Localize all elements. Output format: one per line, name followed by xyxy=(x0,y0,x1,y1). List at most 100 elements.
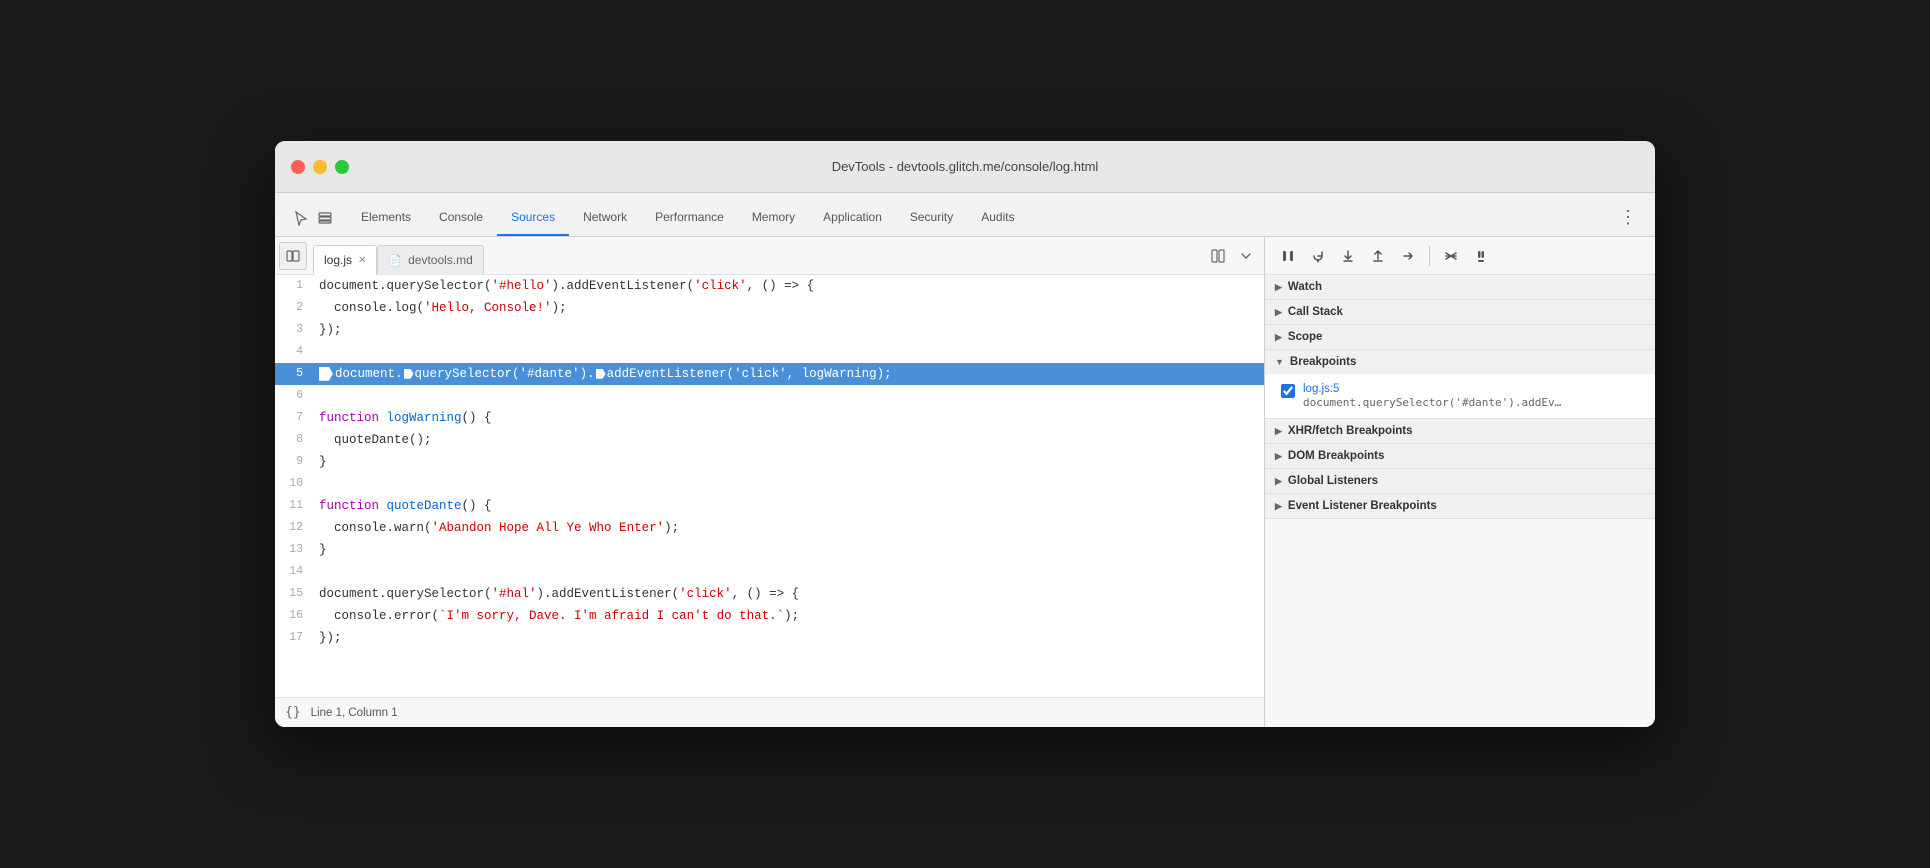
line-number: 12 xyxy=(275,517,313,539)
section-header-scope[interactable]: Scope xyxy=(1265,325,1655,349)
pause-on-exceptions-button[interactable] xyxy=(1468,243,1494,269)
code-token: quoteDante xyxy=(387,499,462,513)
debugger-section-watch: Watch xyxy=(1265,275,1655,300)
chevron-icon xyxy=(1275,282,1282,293)
code-token: } xyxy=(319,455,327,469)
line-number: 10 xyxy=(275,473,313,495)
code-line[interactable]: 13} xyxy=(275,539,1264,561)
line-content xyxy=(313,561,1264,583)
file-tabs: log.js ✕ 📄 devtools.md xyxy=(275,237,1264,275)
section-body-breakpoints: log.js:5document.querySelector('#dante')… xyxy=(1265,374,1655,418)
file-tab-devtools-md[interactable]: 📄 devtools.md xyxy=(377,245,483,275)
code-line[interactable]: 14 xyxy=(275,561,1264,583)
line-number: 15 xyxy=(275,583,313,605)
more-tabs-button[interactable]: ⋮ xyxy=(1609,199,1647,236)
code-token: 'click' xyxy=(679,587,732,601)
tab-elements[interactable]: Elements xyxy=(347,200,425,236)
toolbar-separator xyxy=(1429,246,1430,266)
debugger-section-event-listener-breakpoints: Event Listener Breakpoints xyxy=(1265,494,1655,519)
code-line[interactable]: 4 xyxy=(275,341,1264,363)
code-line[interactable]: 17}); xyxy=(275,627,1264,649)
code-line[interactable]: 3}); xyxy=(275,319,1264,341)
code-token: }); xyxy=(319,631,342,645)
devtools-window: DevTools - devtools.glitch.me/console/lo… xyxy=(275,141,1655,727)
code-token: console.log( xyxy=(319,301,424,315)
format-braces-icon[interactable]: {} xyxy=(285,705,301,720)
file-tab-log-js[interactable]: log.js ✕ xyxy=(313,245,377,275)
file-tab-close-icon[interactable]: ✕ xyxy=(358,255,366,266)
line-number: 13 xyxy=(275,539,313,561)
line-number: 7 xyxy=(275,407,313,429)
chevron-icon xyxy=(1275,357,1284,367)
window-title: DevTools - devtools.glitch.me/console/lo… xyxy=(832,159,1099,174)
line-content: console.error(`I'm sorry, Dave. I'm afra… xyxy=(313,605,1264,627)
step-button[interactable] xyxy=(1395,243,1421,269)
code-token: 'Hello, Console!' xyxy=(424,301,552,315)
code-line[interactable]: 6 xyxy=(275,385,1264,407)
code-token: } xyxy=(319,543,327,557)
layers-icon[interactable] xyxy=(315,208,335,228)
step-over-button[interactable] xyxy=(1305,243,1331,269)
code-line[interactable]: 16 console.error(`I'm sorry, Dave. I'm a… xyxy=(275,605,1264,627)
expand-file-button[interactable] xyxy=(1232,242,1260,270)
line-number: 9 xyxy=(275,451,313,473)
chevron-icon xyxy=(1275,501,1282,512)
code-line[interactable]: 9} xyxy=(275,451,1264,473)
tab-audits[interactable]: Audits xyxy=(967,200,1028,236)
breakpoint-content: log.js:5document.querySelector('#dante')… xyxy=(1303,383,1561,409)
debugger-sections: WatchCall Stack Scope Breakpoints log.js:5d… xyxy=(1265,275,1655,727)
section-header-global-listeners[interactable]: Global Listeners xyxy=(1265,469,1655,493)
tab-console[interactable]: Console xyxy=(425,200,497,236)
code-line[interactable]: 11function quoteDante() { xyxy=(275,495,1264,517)
cursor-icon[interactable] xyxy=(291,208,311,228)
code-line[interactable]: 10 xyxy=(275,473,1264,495)
breakpoint-marker-icon xyxy=(596,369,606,379)
chevron-icon xyxy=(1275,476,1282,487)
cursor-position: Line 1, Column 1 xyxy=(311,707,398,719)
line-content: } xyxy=(313,451,1264,473)
code-token: `I'm sorry, Dave. I'm afraid I can't do … xyxy=(439,609,784,623)
code-editor[interactable]: 1document.querySelector('#hello').addEve… xyxy=(275,275,1264,697)
file-doc-icon: 📄 xyxy=(388,254,402,267)
pause-button[interactable] xyxy=(1275,243,1301,269)
tab-application[interactable]: Application xyxy=(809,200,896,236)
code-line[interactable]: 1document.querySelector('#hello').addEve… xyxy=(275,275,1264,297)
code-line[interactable]: 8 quoteDante(); xyxy=(275,429,1264,451)
deactivate-breakpoints-button[interactable] xyxy=(1438,243,1464,269)
code-token: document. xyxy=(335,367,403,381)
tab-performance[interactable]: Performance xyxy=(641,200,738,236)
code-token: () { xyxy=(462,411,492,425)
minimize-button[interactable] xyxy=(313,160,327,174)
code-token: '#hal' xyxy=(492,587,537,601)
line-content xyxy=(313,341,1264,363)
step-into-file-button[interactable] xyxy=(1204,242,1232,270)
sidebar-toggle-button[interactable] xyxy=(279,242,307,270)
debugger-section-call-stack: Call Stack xyxy=(1265,300,1655,325)
line-number: 4 xyxy=(275,341,313,363)
close-button[interactable] xyxy=(291,160,305,174)
breakpoint-checkbox[interactable] xyxy=(1281,384,1295,398)
breakpoint-file-label[interactable]: log.js:5 xyxy=(1303,383,1561,395)
section-header-dom-breakpoints[interactable]: DOM Breakpoints xyxy=(1265,444,1655,468)
section-header-watch[interactable]: Watch xyxy=(1265,275,1655,299)
window-controls xyxy=(291,160,349,174)
tab-network[interactable]: Network xyxy=(569,200,641,236)
line-number: 2 xyxy=(275,297,313,319)
step-into-button[interactable] xyxy=(1335,243,1361,269)
code-line[interactable]: 7function logWarning() { xyxy=(275,407,1264,429)
tab-memory[interactable]: Memory xyxy=(738,200,809,236)
tab-security[interactable]: Security xyxy=(896,200,967,236)
line-content: }); xyxy=(313,627,1264,649)
section-header-breakpoints[interactable]: Breakpoints xyxy=(1265,350,1655,374)
section-label: Scope xyxy=(1288,331,1323,343)
tab-sources[interactable]: Sources xyxy=(497,200,569,236)
section-header-event-listener-breakpoints[interactable]: Event Listener Breakpoints xyxy=(1265,494,1655,518)
code-line[interactable]: 12 console.warn('Abandon Hope All Ye Who… xyxy=(275,517,1264,539)
code-line[interactable]: 15document.querySelector('#hal').addEven… xyxy=(275,583,1264,605)
maximize-button[interactable] xyxy=(335,160,349,174)
code-line[interactable]: 5document.querySelector('#dante').addEve… xyxy=(275,363,1264,385)
step-out-button[interactable] xyxy=(1365,243,1391,269)
section-header-call-stack[interactable]: Call Stack xyxy=(1265,300,1655,324)
code-line[interactable]: 2 console.log('Hello, Console!'); xyxy=(275,297,1264,319)
section-header-xhr-breakpoints[interactable]: XHR/fetch Breakpoints xyxy=(1265,419,1655,443)
